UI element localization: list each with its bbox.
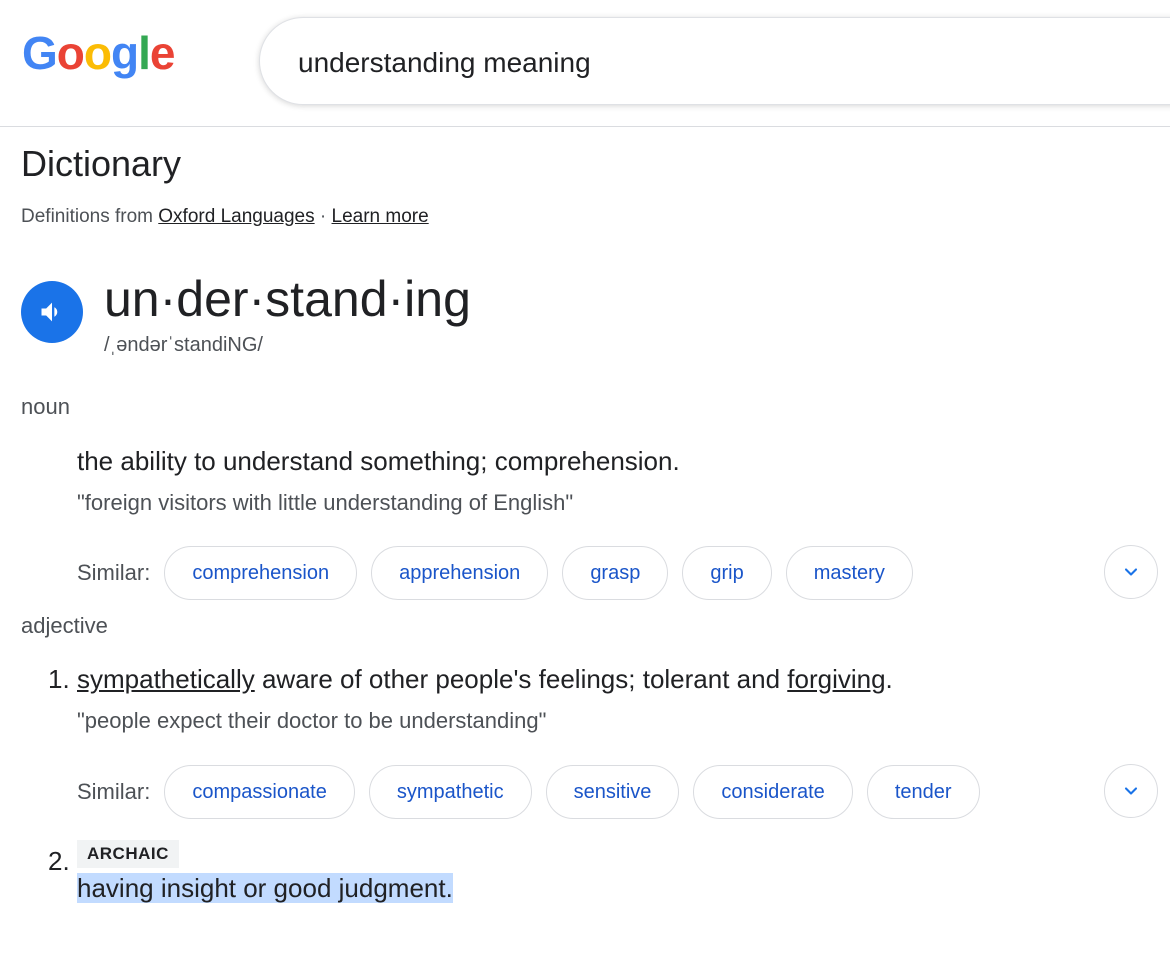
similar-chip[interactable]: mastery [785,546,913,600]
expand-similar-button[interactable] [1104,764,1158,818]
headword: un·der·stand·ing [104,271,471,327]
pos-adjective: adjective [21,613,108,638]
header: Google [0,0,1170,127]
noun-definition: the ability to understand something; com… [77,446,680,476]
adjective-similar-row: Similar: compassionate sympathetic sensi… [77,764,994,820]
oxford-languages-link[interactable]: Oxford Languages [158,206,314,227]
similar-chip[interactable]: tender [866,765,980,819]
search-box[interactable] [259,17,1170,105]
pos-noun: noun [21,394,70,419]
adjective-definition-2: having insight or good judgment. [77,873,453,904]
similar-label: Similar: [77,779,151,804]
similar-chip[interactable]: sensitive [545,765,680,819]
similar-chip[interactable]: compassionate [164,765,355,819]
google-logo[interactable]: Google [22,30,175,76]
archaic-tag: ARCHAIC [77,840,179,868]
similar-label: Similar: [77,560,151,585]
phonetic: /ˌəndərˈstandiNG/ [104,334,263,356]
search-input[interactable] [296,42,1100,84]
sympathetically-link[interactable]: sympathetically [77,664,255,694]
sense-number: 2. [48,846,70,876]
sense-number: 1. [48,664,70,694]
forgiving-link[interactable]: forgiving [787,664,885,694]
speaker-icon [41,302,58,322]
highlighted-definition: having insight or good judgment. [77,873,453,903]
noun-similar-row: Similar: comprehension apprehension gras… [77,545,927,601]
separator: · [319,206,327,227]
adjective-definition-1: sympathetically aware of other people's … [77,664,893,695]
chevron-down-icon [1124,787,1138,795]
similar-chip[interactable]: comprehension [164,546,358,600]
similar-chip[interactable]: apprehension [371,546,549,600]
source-prefix: Definitions from [21,206,153,227]
expand-similar-button[interactable] [1104,545,1158,599]
source-line: Definitions from Oxford Languages · Lear… [21,206,429,228]
similar-chip[interactable]: sympathetic [368,765,532,819]
adjective-example-1: "people expect their doctor to be unders… [77,708,547,733]
noun-example: "foreign visitors with little understand… [77,490,574,515]
similar-chip[interactable]: grasp [562,546,669,600]
chevron-down-icon [1124,568,1138,576]
definition-text: aware of other people's feelings; tolera… [254,664,788,694]
speaker-button[interactable] [21,281,83,343]
similar-chip[interactable]: considerate [693,765,853,819]
learn-more-link[interactable]: Learn more [332,206,429,227]
definition-end: . [885,664,893,694]
similar-chip[interactable]: grip [682,546,772,600]
dictionary-title: Dictionary [21,143,182,184]
